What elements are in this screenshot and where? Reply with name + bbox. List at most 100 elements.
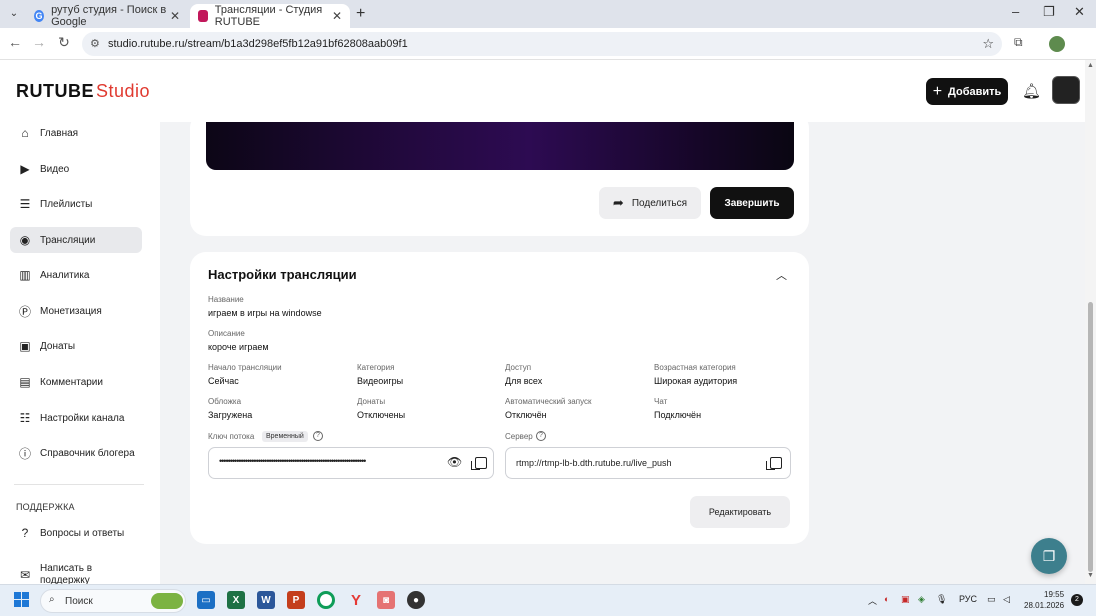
search-highlight-image [151,593,183,609]
microphone-icon[interactable]: 🎙︎ [936,594,947,605]
sidebar-item-playlists[interactable]: ☰ Плейлисты [10,191,142,217]
yandex-browser-icon[interactable]: Y [347,591,365,609]
browser-tabstrip: ⌄ G рутуб студия - Поиск в Google ✕ Тран… [0,0,1096,28]
page-scrollbar[interactable]: ▲ ▼ [1085,60,1096,584]
finish-stream-button[interactable]: Завершить [710,187,794,219]
sidebar-item-donates[interactable]: ▣ Донаты [10,333,142,359]
support-heading: ПОДДЕРЖКА [16,502,75,512]
minimize-icon[interactable]: – [1012,4,1019,19]
site-info-icon[interactable]: ⚙ [90,37,100,50]
autostart-label: Автоматический запуск [505,397,592,406]
tray-green-icon[interactable]: ◈ [918,594,925,605]
google-favicon-icon: G [34,10,45,22]
mail-icon: ✉ [19,568,31,582]
stream-settings-card: Настройки трансляции ︿ Название играем в… [190,252,809,544]
reload-icon[interactable]: ↻ [55,34,73,51]
support-chat-fab[interactable]: ❐ [1031,538,1067,574]
url-text: studio.rutube.ru/stream/b1a3d298ef5fb12a… [108,38,408,50]
server-url-value: rtmp://rtmp-lb-b.dth.rutube.ru/live_push [516,458,672,468]
game-app-icon[interactable]: ◙ [377,591,395,609]
bookmark-star-icon[interactable]: ☆ [982,36,994,52]
scroll-thumb[interactable] [1088,302,1093,572]
sidebar-item-handbook[interactable]: ⓘ Справочник блогера [10,440,142,466]
playlist-icon: ☰ [19,197,31,211]
browser-tab-google[interactable]: G рутуб студия - Поиск в Google ✕ [26,4,188,28]
taskview-icon[interactable]: ▭ [197,591,215,609]
language-indicator[interactable]: РУС [959,594,977,604]
share-button[interactable]: ➦ Поделиться [599,187,701,219]
notification-count-badge[interactable]: 2 [1071,594,1083,606]
excel-icon[interactable]: X [227,591,245,609]
key-help-icon[interactable]: ? [313,431,323,441]
powerpoint-icon[interactable]: P [287,591,305,609]
category-value: Видеоигры [357,376,404,386]
server-help-icon[interactable]: ? [536,431,546,441]
sidebar-item-write-support[interactable]: ✉ Написать в поддержку [10,556,142,584]
tray-app-icon[interactable]: ◐ [884,594,889,604]
sidebar-item-video[interactable]: ▶ Видео [10,156,142,182]
name-label: Название [208,295,244,304]
new-tab-icon[interactable]: + [356,5,365,23]
window-close-icon[interactable]: ✕ [1074,4,1085,20]
access-value: Для всех [505,376,543,386]
sidebar-item-broadcasts[interactable]: ◉ Трансляции [10,227,142,253]
close-tab-icon[interactable]: ✕ [332,9,342,23]
sidebar-item-channel-settings[interactable]: ☷ Настройки канала [10,405,142,431]
sidebar-item-home[interactable]: ⌂ Главная [10,122,142,146]
windows-taskbar: ⌕ Поиск ▭ X W P Y ◙ ● ︿ ◐ ▣ ◈ 🎙︎ РУС ▭ ◁… [0,584,1096,616]
chat-label: Чат [654,397,668,406]
scroll-down-icon[interactable]: ▼ [1087,572,1094,579]
tab-list-icon[interactable]: ⌄ [6,6,22,22]
tray-overflow-icon[interactable]: ︿ [868,594,877,607]
add-button[interactable]: + Добавить [926,78,1008,105]
extensions-icon[interactable]: ⧉ [1014,35,1023,50]
notifications-bell-icon[interactable]: 🔔︎ [1022,82,1041,100]
forward-icon[interactable]: → [30,34,48,50]
cover-label: Обложка [208,397,242,406]
close-tab-icon[interactable]: ✕ [170,9,180,23]
sidebar-item-analytics[interactable]: ▥ Аналитика [10,262,142,288]
broadcast-icon: ◉ [19,233,31,247]
taskbar-search[interactable]: ⌕ Поиск [40,589,186,613]
main-content: ➦ Поделиться Завершить Настройки трансля… [160,122,1085,584]
donates-label: Донаты [357,397,386,406]
recording-app-icon[interactable]: ● [407,591,425,609]
profile-avatar[interactable] [1049,36,1065,52]
rutube-studio-logo[interactable]: RUTUBE Studio [16,81,150,102]
home-icon: ⌂ [21,126,29,140]
analytics-icon: ▥ [19,268,31,282]
taskbar-clock[interactable]: 19:55 28.01.2026 [1024,589,1064,611]
back-icon[interactable]: ← [6,34,24,50]
sidebar-item-comments[interactable]: ▤ Комментарии [10,369,142,395]
stream-key-field[interactable]: ••••••••••••••••••••••••••••••••••••••••… [208,447,494,479]
network-icon[interactable]: ▭ [987,594,996,605]
copy-key-icon[interactable] [471,457,487,470]
handbook-icon: ⓘ [18,446,31,461]
tray-red-icon[interactable]: ▣ [901,594,910,605]
chrome-icon[interactable] [317,591,335,609]
show-key-eye-icon[interactable]: 👁︎ [447,455,462,469]
scroll-up-icon[interactable]: ▲ [1087,62,1094,69]
temporary-key-badge: Временный [262,431,308,442]
server-url-field[interactable]: rtmp://rtmp-lb-b.dth.rutube.ru/live_push [505,447,791,479]
word-icon[interactable]: W [257,591,275,609]
autostart-value: Отключён [505,410,547,420]
collapse-chevron-up-icon[interactable]: ︿ [776,267,787,283]
browser-tab-rutube[interactable]: Трансляции - Студия RUTUBE ✕ [190,4,350,28]
chat-bubbles-icon: ❐ [1042,547,1056,564]
restore-icon[interactable]: ❐ [1043,4,1055,20]
edit-button[interactable]: Редактировать [690,496,790,528]
windows-start-icon[interactable] [14,592,30,608]
volume-icon[interactable]: ◁ [1003,594,1010,605]
monetization-icon: Ⓟ [18,304,31,319]
sidebar-divider [14,484,144,485]
address-bar[interactable]: ⚙ studio.rutube.ru/stream/b1a3d298ef5fb1… [82,32,1002,56]
sidebar-item-monetization[interactable]: Ⓟ Монетизация [10,298,142,324]
stream-video-preview[interactable] [206,122,794,170]
copy-server-icon[interactable] [766,457,782,470]
description-label: Описание [208,329,245,338]
age-value: Широкая аудитория [654,376,738,386]
sidebar-item-faq[interactable]: ? Вопросы и ответы [10,520,142,546]
category-label: Категория [357,363,395,372]
channel-avatar[interactable] [1052,76,1080,104]
